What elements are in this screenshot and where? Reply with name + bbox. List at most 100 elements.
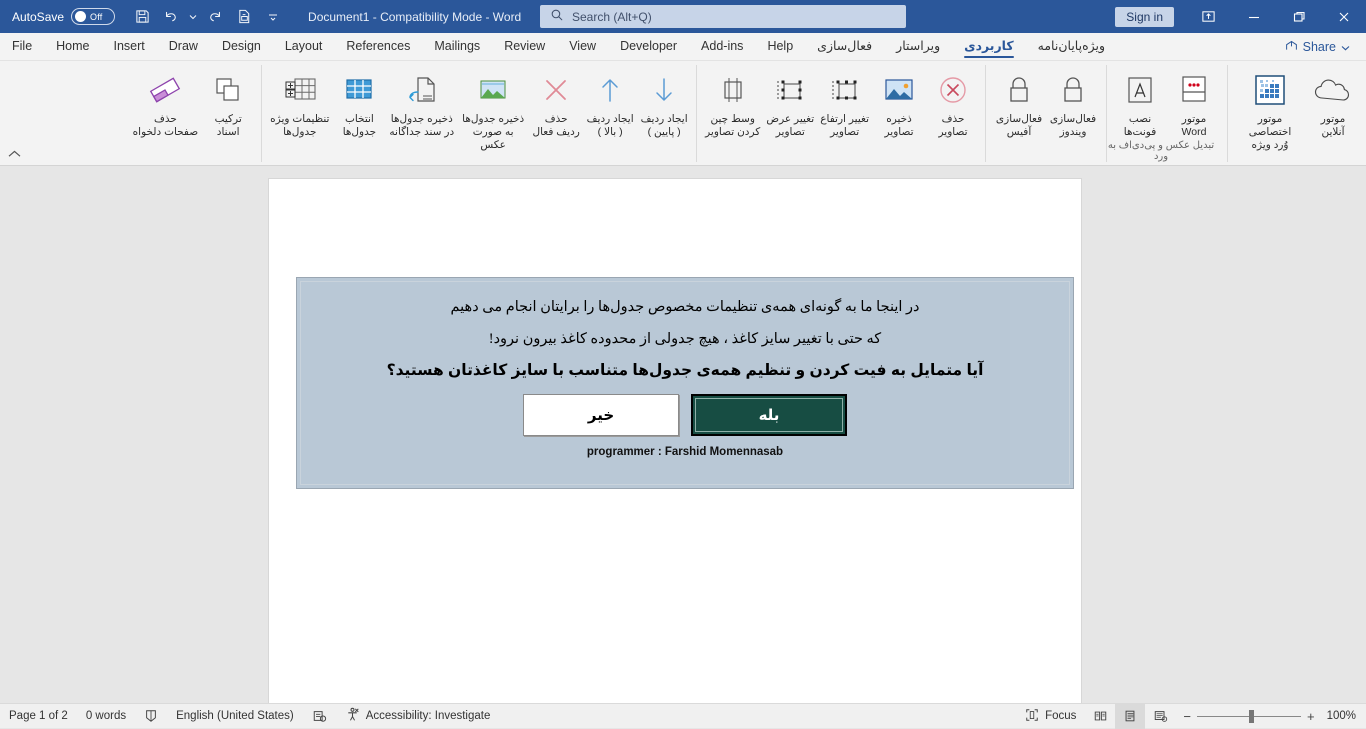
dialog-question: آیا متمایل به فیت کردن و تنظیم همه‌ی جدو… xyxy=(297,360,1073,382)
status-bar: Page 1 of 2 0 words English (United Stat… xyxy=(0,703,1366,728)
autosave-control[interactable]: AutoSave Off xyxy=(12,8,115,25)
ribbon-button-change-image-height[interactable]: تغییر ارتفاعتصاویر xyxy=(817,65,872,139)
ribbon-button-label: حذفتصاویر xyxy=(939,113,968,139)
dialog-line-2: که حتی با تغییر سایز کاغذ ، هیچ جدولی از… xyxy=(297,328,1073,350)
ribbon-button-online-engine[interactable]: موتورآنلاین xyxy=(1306,65,1360,139)
tab-review[interactable]: Review xyxy=(492,35,557,60)
document-page[interactable]: در اینجا ما به گونه‌ای همه‌ی تنظیمات مخص… xyxy=(268,178,1082,703)
zoom-level[interactable]: 100% xyxy=(1323,710,1366,722)
autosave-toggle-knob xyxy=(75,11,86,22)
ribbon-button-merge-documents[interactable]: ترکیباسناد xyxy=(201,65,255,139)
ribbon-display-options-icon[interactable] xyxy=(1186,0,1231,33)
ribbon-button-label: تغییر ارتفاعتصاویر xyxy=(820,113,869,139)
tab-mailings[interactable]: Mailings xyxy=(422,35,492,60)
merge-docs-icon xyxy=(212,69,244,111)
save-icon[interactable] xyxy=(129,5,155,29)
ribbon-button-save-tables-as-image[interactable]: ذخیره جدول‌هابه صورت عکس xyxy=(457,65,529,152)
track-changes-icon[interactable] xyxy=(303,704,336,729)
proofing-icon[interactable] xyxy=(135,704,167,729)
sign-in-button[interactable]: Sign in xyxy=(1115,7,1174,27)
tab-references[interactable]: References xyxy=(334,35,422,60)
ribbon-button-delete-images[interactable]: حذفتصاویر xyxy=(926,65,980,139)
search-box[interactable]: Search (Alt+Q) xyxy=(540,5,906,28)
ribbon-button-delete-active-row[interactable]: حذفردیف فعال xyxy=(529,65,583,139)
ribbon-button-save-images[interactable]: ذخیرهتصاویر xyxy=(872,65,926,139)
autosave-label: AutoSave xyxy=(12,10,64,24)
focus-button[interactable]: Focus xyxy=(1016,704,1085,729)
ribbon-button-delete-pages[interactable]: حذفصفحات دلخواه xyxy=(130,65,202,139)
ribbon-button-activate-windows[interactable]: فعال‌سازیویندوز xyxy=(1046,65,1100,139)
web-layout-icon[interactable] xyxy=(1145,704,1175,729)
tab-design[interactable]: Design xyxy=(210,35,273,60)
accessibility-status[interactable]: Accessibility: Investigate xyxy=(336,704,500,729)
minimize-icon[interactable] xyxy=(1231,0,1276,33)
collapse-ribbon-icon[interactable] xyxy=(8,149,21,161)
ribbon-button-label: ذخیره جدول‌هادر سند جداگانه xyxy=(389,113,454,139)
word-count[interactable]: 0 words xyxy=(77,704,135,729)
tab-developer[interactable]: Developer xyxy=(608,35,689,60)
zoom-out-icon[interactable]: − xyxy=(1183,709,1191,724)
delete-circle-x-icon xyxy=(937,69,969,111)
tab-layout[interactable]: Layout xyxy=(273,35,335,60)
undo-dropdown-icon[interactable] xyxy=(187,5,199,29)
zoom-track[interactable] xyxy=(1197,716,1301,717)
tab-thesis[interactable]: ویژه‌پایان‌نامه xyxy=(1026,35,1117,60)
ribbon-button-table-settings[interactable]: تنظیمات ویژهجدول‌ها xyxy=(267,65,332,139)
cloud-icon xyxy=(1313,69,1353,111)
ribbon-button-select-tables[interactable]: انتخابجدول‌ها xyxy=(332,65,386,139)
language-status[interactable]: English (United States) xyxy=(167,704,303,729)
print-preview-icon[interactable] xyxy=(231,5,257,29)
ribbon-button-center-images[interactable]: وسط چینکردن تصاویر xyxy=(702,65,763,139)
tab-karbordi[interactable]: کاربردی xyxy=(952,35,1026,60)
picture-save-icon xyxy=(477,69,509,111)
ribbon-button-activate-office[interactable]: فعال‌سازیآفیس xyxy=(992,65,1046,139)
autosave-toggle[interactable]: Off xyxy=(71,8,115,25)
restore-icon[interactable] xyxy=(1276,0,1321,33)
tab-view[interactable]: View xyxy=(557,35,608,60)
tab-insert[interactable]: Insert xyxy=(102,35,157,60)
ribbon-button-label: ایجاد ردیف( پایین ) xyxy=(641,113,688,139)
zoom-slider[interactable]: − + xyxy=(1175,709,1322,724)
zoom-thumb[interactable] xyxy=(1249,710,1254,723)
ribbon-button-add-row-above[interactable]: ایجاد ردیف( بالا ) xyxy=(583,65,637,139)
ribbon-button-label: ایجاد ردیف( بالا ) xyxy=(587,113,634,139)
ribbon-button-change-image-width[interactable]: تغییر عرضتصاویر xyxy=(763,65,817,139)
ribbon-button-install-fonts[interactable]: نصبفونت‌ها xyxy=(1113,65,1167,139)
resize-width-icon xyxy=(774,69,806,111)
focus-icon xyxy=(1025,708,1039,725)
ribbon-button-word-engine[interactable]: موتورWord xyxy=(1167,65,1221,139)
quick-access-more-icon[interactable] xyxy=(260,5,286,29)
tab-activation[interactable]: فعال‌سازی xyxy=(805,35,884,60)
share-button[interactable]: Share xyxy=(1277,37,1358,57)
arrow-down-icon xyxy=(650,69,678,111)
tab-addins[interactable]: Add-ins xyxy=(689,35,755,60)
ribbon: موتورآنلاین موتور اختصاصیوُرد ویژه موتور… xyxy=(0,61,1366,166)
ribbon-group-engines: موتورآنلاین موتور اختصاصیوُرد ویژه xyxy=(1228,65,1366,162)
ribbon-button-save-tables-separate-doc[interactable]: ذخیره جدول‌هادر سند جداگانه xyxy=(386,65,457,139)
read-mode-icon[interactable] xyxy=(1085,704,1115,729)
page-number[interactable]: Page 1 of 2 xyxy=(0,704,77,729)
chevron-down-icon xyxy=(1341,40,1350,54)
tab-editor[interactable]: ویراستار xyxy=(884,35,952,60)
dialog-yes-button[interactable]: بله xyxy=(691,394,847,436)
ribbon-group-activation: فعال‌سازیویندوز فعال‌سازیآفیس xyxy=(986,65,1107,162)
redo-icon[interactable] xyxy=(202,5,228,29)
ribbon-button-custom-engine[interactable]: موتور اختصاصیوُرد ویژه xyxy=(1234,65,1306,152)
dialog-no-button[interactable]: خیر xyxy=(523,394,679,436)
close-icon[interactable] xyxy=(1321,0,1366,33)
tab-draw[interactable]: Draw xyxy=(157,35,210,60)
ribbon-button-label: تنظیمات ویژهجدول‌ها xyxy=(270,113,329,139)
document-title: Document1 - Compatibility Mode - Word xyxy=(308,10,521,24)
undo-icon[interactable] xyxy=(158,5,184,29)
print-layout-icon[interactable] xyxy=(1115,704,1145,729)
font-a-icon xyxy=(1125,69,1155,111)
tab-file[interactable]: File xyxy=(0,35,44,60)
word-engine-icon xyxy=(1179,69,1209,111)
tab-home[interactable]: Home xyxy=(44,35,101,60)
ribbon-button-add-row-below[interactable]: ایجاد ردیف( پایین ) xyxy=(637,65,691,139)
zoom-in-icon[interactable]: + xyxy=(1307,709,1315,724)
tab-help[interactable]: Help xyxy=(755,35,805,60)
status-bar-right: Focus − + 100% xyxy=(1016,704,1366,729)
ribbon-tabs: File Home Insert Draw Design Layout Refe… xyxy=(0,33,1366,61)
document-area: در اینجا ما به گونه‌ای همه‌ی تنظیمات مخص… xyxy=(0,166,1366,703)
